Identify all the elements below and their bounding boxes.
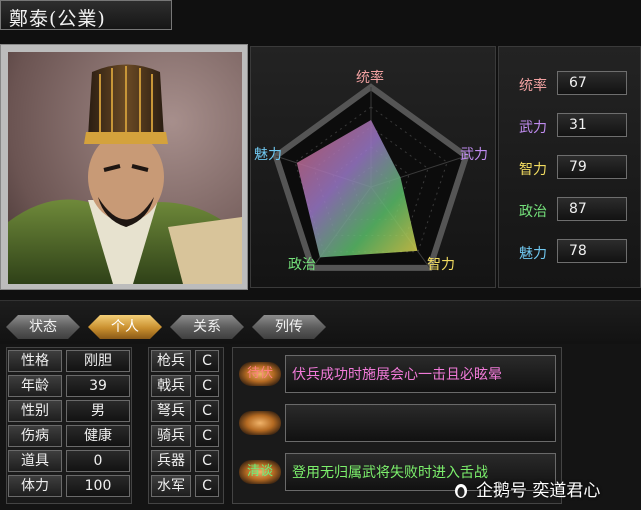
stats-panel: 统率 67 武力 31 智力 79 政治 87 魅力 78 <box>498 46 641 288</box>
skill-tag-empty[interactable] <box>239 411 281 435</box>
attr-label: 年龄 <box>8 375 62 397</box>
tab-biography[interactable]: 列传 <box>252 315 326 339</box>
radar-label-politics: 政治 <box>288 257 316 273</box>
troop-label: 兵器 <box>151 450 191 472</box>
tab-bar: 状态 个人 关系 列传 <box>0 300 641 344</box>
stat-value: 79 <box>557 155 627 179</box>
stat-row-charisma: 魅力 78 <box>499 239 641 265</box>
stat-row-war: 武力 31 <box>499 113 641 139</box>
tab-relations[interactable]: 关系 <box>170 315 244 339</box>
portrait-frame <box>0 44 248 290</box>
stat-value: 78 <box>557 239 627 263</box>
troop-grade: C <box>195 350 219 372</box>
troop-grade: C <box>195 375 219 397</box>
tab-personal[interactable]: 个人 <box>88 315 162 339</box>
general-name: 鄭泰(公業) <box>9 8 106 30</box>
stat-row-politics: 政治 87 <box>499 197 641 223</box>
general-name-box: 鄭泰(公業) <box>0 0 172 30</box>
attr-label: 性别 <box>8 400 62 422</box>
attr-value: 39 <box>66 375 130 397</box>
attribute-radar: 统率 武力 智力 政治 魅力 <box>250 46 496 288</box>
attr-value: 刚胆 <box>66 350 130 372</box>
tab-status[interactable]: 状态 <box>6 315 80 339</box>
troop-label: 骑兵 <box>151 425 191 447</box>
radar-label-leadership: 统率 <box>356 70 384 86</box>
troop-grade: C <box>195 425 219 447</box>
troop-grade: C <box>195 400 219 422</box>
troop-label: 戟兵 <box>151 375 191 397</box>
attr-label: 道具 <box>8 450 62 472</box>
stat-label: 魅力 <box>519 246 547 262</box>
radar-label-war: 武力 <box>460 147 488 163</box>
stat-label: 智力 <box>519 162 547 178</box>
troop-label: 水军 <box>151 475 191 497</box>
watermark-text: 企鹅号 奕道君心 <box>476 481 601 501</box>
general-portrait <box>8 52 242 284</box>
troop-grade: C <box>195 475 219 497</box>
penguin-icon <box>455 484 467 498</box>
stat-value: 67 <box>557 71 627 95</box>
attr-value: 0 <box>66 450 130 472</box>
radar-label-charisma: 魅力 <box>254 147 282 163</box>
stat-row-leadership: 统率 67 <box>499 71 641 97</box>
attr-label: 体力 <box>8 475 62 497</box>
radar-label-intellect: 智力 <box>427 257 455 273</box>
attr-value: 男 <box>66 400 130 422</box>
skill-tag[interactable]: 待伏 <box>239 362 281 386</box>
attr-label: 伤病 <box>8 425 62 447</box>
stat-row-intellect: 智力 79 <box>499 155 641 181</box>
attr-value: 100 <box>66 475 130 497</box>
troop-label: 弩兵 <box>151 400 191 422</box>
watermark: 企鹅号 奕道君心 <box>452 476 600 501</box>
attr-value: 健康 <box>66 425 130 447</box>
stat-label: 政治 <box>519 204 547 220</box>
stat-value: 31 <box>557 113 627 137</box>
skill-description <box>285 404 556 442</box>
attr-label: 性格 <box>8 350 62 372</box>
skill-tag[interactable]: 清谈 <box>239 460 281 484</box>
stat-label: 统率 <box>519 78 547 94</box>
troop-label: 枪兵 <box>151 350 191 372</box>
troop-grade: C <box>195 450 219 472</box>
stat-value: 87 <box>557 197 627 221</box>
stat-label: 武力 <box>519 120 547 136</box>
skill-description: 伏兵成功时施展会心一击且必眩晕 <box>285 355 556 393</box>
